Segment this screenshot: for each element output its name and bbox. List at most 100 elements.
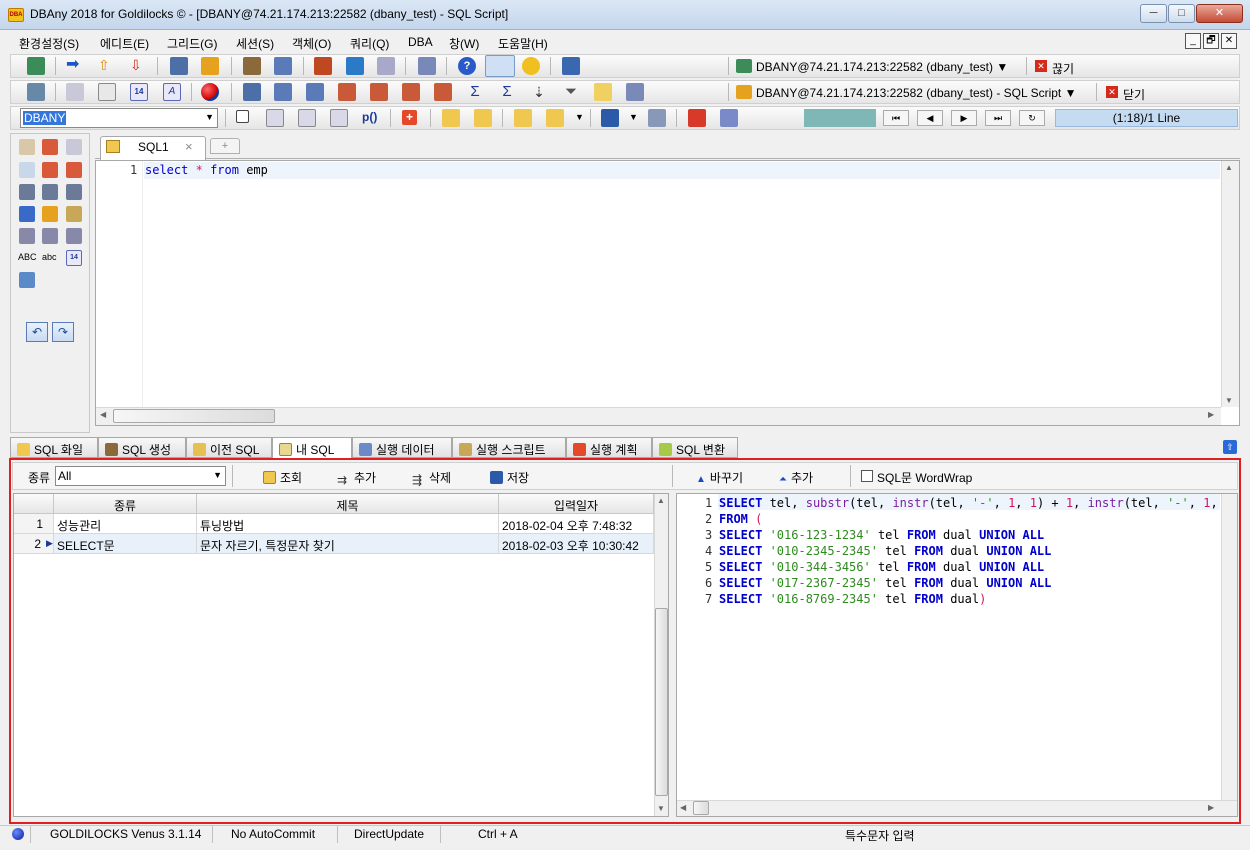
- comment-icon[interactable]: [66, 228, 82, 244]
- sort-icon[interactable]: ⇣: [530, 83, 548, 101]
- scroll-up-icon[interactable]: ▲: [657, 496, 665, 505]
- tab-close-icon[interactable]: ×: [185, 139, 193, 154]
- grid-icon[interactable]: [243, 83, 261, 101]
- uppercase-button[interactable]: ABC: [18, 252, 37, 262]
- tab-my-sql[interactable]: 내 SQL: [272, 437, 352, 459]
- add-icon[interactable]: +: [402, 110, 417, 125]
- redo-icon[interactable]: ↷: [52, 322, 74, 342]
- pin-icon[interactable]: ⇧: [1223, 440, 1237, 454]
- cut-icon[interactable]: [42, 139, 58, 155]
- disconnect-button[interactable]: 끊기: [1052, 60, 1074, 77]
- search-icon[interactable]: [19, 162, 35, 178]
- previous-record-icon[interactable]: ◀: [917, 110, 943, 126]
- sql-preview-code[interactable]: SELECT tel, substr(tel, instr(tel, '-', …: [719, 495, 1219, 607]
- column-header-date[interactable]: 입력일자: [499, 494, 654, 514]
- connection-selector[interactable]: DBANY@74.21.174.213:22582 (dbany_test) ▼: [756, 60, 1008, 74]
- type-filter-combo[interactable]: All ▼: [55, 466, 226, 486]
- open-folder-icon[interactable]: [546, 109, 564, 127]
- column-header-type[interactable]: 종류: [54, 494, 197, 514]
- maximize-button[interactable]: □: [1168, 4, 1195, 23]
- replace-button[interactable]: ▲ 바꾸기: [696, 469, 743, 486]
- cell-date[interactable]: 2018-02-04 오후 7:48:32: [499, 514, 654, 534]
- tab-execution-plan[interactable]: 실행 계획: [566, 437, 652, 458]
- tab-sql-file[interactable]: SQL 화일: [10, 437, 98, 458]
- new-tab-icon[interactable]: +: [210, 138, 240, 154]
- close-script-button[interactable]: 닫기: [1123, 86, 1145, 103]
- editor-code-line[interactable]: select * from emp: [145, 163, 268, 177]
- mdi-minimize-button[interactable]: _: [1185, 33, 1201, 49]
- cell-date[interactable]: 2018-02-03 오후 10:30:42: [499, 534, 654, 554]
- sql-preview-vertical-scrollbar[interactable]: [1221, 494, 1237, 800]
- color-icon[interactable]: [201, 83, 219, 101]
- editor-vertical-scrollbar[interactable]: [1221, 161, 1239, 407]
- tab-execution-script[interactable]: 실행 스크립트: [452, 437, 566, 458]
- find-replace-icon[interactable]: [19, 139, 35, 155]
- scroll-thumb[interactable]: [113, 409, 275, 423]
- undo-icon[interactable]: ↶: [26, 322, 48, 342]
- chevron-down-icon[interactable]: ▼: [629, 112, 638, 122]
- find-icon[interactable]: [594, 83, 612, 101]
- script-window-selector[interactable]: DBANY@74.21.174.213:22582 (dbany_test) -…: [756, 86, 1076, 100]
- menu-settings[interactable]: 환경설정(S): [19, 35, 79, 52]
- dba-icon[interactable]: [522, 57, 540, 75]
- scroll-down-icon[interactable]: ▼: [1225, 396, 1233, 405]
- menu-window[interactable]: 창(W): [449, 35, 479, 52]
- font-size-icon[interactable]: 14: [130, 83, 148, 101]
- refresh-icon[interactable]: ↻: [1019, 110, 1045, 126]
- delete-button[interactable]: ⇶ 삭제: [412, 469, 451, 487]
- procedure-button[interactable]: p(): [362, 110, 377, 124]
- scroll-up-icon[interactable]: ▲: [1225, 163, 1233, 172]
- add-button[interactable]: ⇉ 추가: [337, 469, 376, 487]
- scroll-down-icon[interactable]: ▼: [657, 804, 665, 813]
- search-button[interactable]: 조회: [263, 469, 302, 486]
- tab-previous-sql[interactable]: 이전 SQL: [186, 437, 272, 458]
- chart-icon[interactable]: [314, 57, 332, 75]
- scroll-thumb[interactable]: [655, 608, 668, 796]
- tab-execution-data[interactable]: 실행 데이터: [352, 437, 452, 458]
- sql-format-icon[interactable]: [42, 206, 58, 222]
- mdi-restore-button[interactable]: 🗗: [1203, 33, 1219, 49]
- chevron-down-icon[interactable]: ▼: [575, 112, 584, 122]
- align-icon[interactable]: [19, 184, 35, 200]
- schema-combo[interactable]: DBANY ▼: [20, 108, 218, 128]
- scroll-left-icon[interactable]: ◀: [680, 803, 686, 812]
- checkbox-icon[interactable]: [236, 110, 249, 123]
- export-icon[interactable]: [626, 83, 644, 101]
- column-header-title[interactable]: 제목: [197, 494, 499, 514]
- sum-icon[interactable]: Σ: [466, 83, 484, 101]
- copy-icon[interactable]: [66, 139, 82, 155]
- cell-title[interactable]: 튜닝방법: [197, 514, 499, 534]
- cell-type[interactable]: 성능관리: [54, 514, 197, 534]
- cube-icon[interactable]: [485, 55, 515, 77]
- menu-session[interactable]: 세션(S): [236, 35, 274, 52]
- tab-sql-convert[interactable]: SQL 변환: [652, 437, 738, 458]
- row-copy-icon[interactable]: [402, 83, 420, 101]
- mdi-close-button[interactable]: ✕: [1221, 33, 1237, 49]
- properties-icon[interactable]: [330, 109, 348, 127]
- wordwrap-checkbox[interactable]: [861, 470, 873, 482]
- tab-sql-generate[interactable]: SQL 생성: [98, 437, 186, 458]
- list-view-icon[interactable]: [19, 272, 35, 288]
- document-icon[interactable]: [377, 57, 395, 75]
- collapse-icon[interactable]: [42, 228, 58, 244]
- indent-icon[interactable]: [66, 184, 82, 200]
- scroll-right-icon[interactable]: ▶: [1208, 410, 1214, 419]
- last-record-icon[interactable]: ⏭: [985, 110, 1011, 126]
- print-preview-icon[interactable]: [66, 83, 84, 101]
- help-icon[interactable]: ?: [458, 57, 476, 75]
- menu-grid[interactable]: 그리드(G): [167, 35, 217, 52]
- sql-preview-horizontal-scrollbar[interactable]: [677, 800, 1237, 816]
- table-icon[interactable]: [201, 57, 219, 75]
- exit-icon[interactable]: [562, 57, 580, 75]
- cell-type[interactable]: SELECT문: [54, 534, 197, 554]
- open-file-icon[interactable]: [298, 109, 316, 127]
- insert-row-icon[interactable]: [274, 83, 292, 101]
- tools-icon[interactable]: [27, 83, 45, 101]
- last-row-icon[interactable]: [370, 83, 388, 101]
- sum-all-icon[interactable]: Σ: [498, 83, 516, 101]
- close-window-button[interactable]: ✕: [1196, 4, 1243, 23]
- add-sql-button[interactable]: ⏶ 추가: [779, 469, 813, 486]
- save-button[interactable]: 저장: [490, 469, 529, 486]
- folder-icon[interactable]: [474, 109, 492, 127]
- scroll-left-icon[interactable]: ◀: [100, 410, 106, 419]
